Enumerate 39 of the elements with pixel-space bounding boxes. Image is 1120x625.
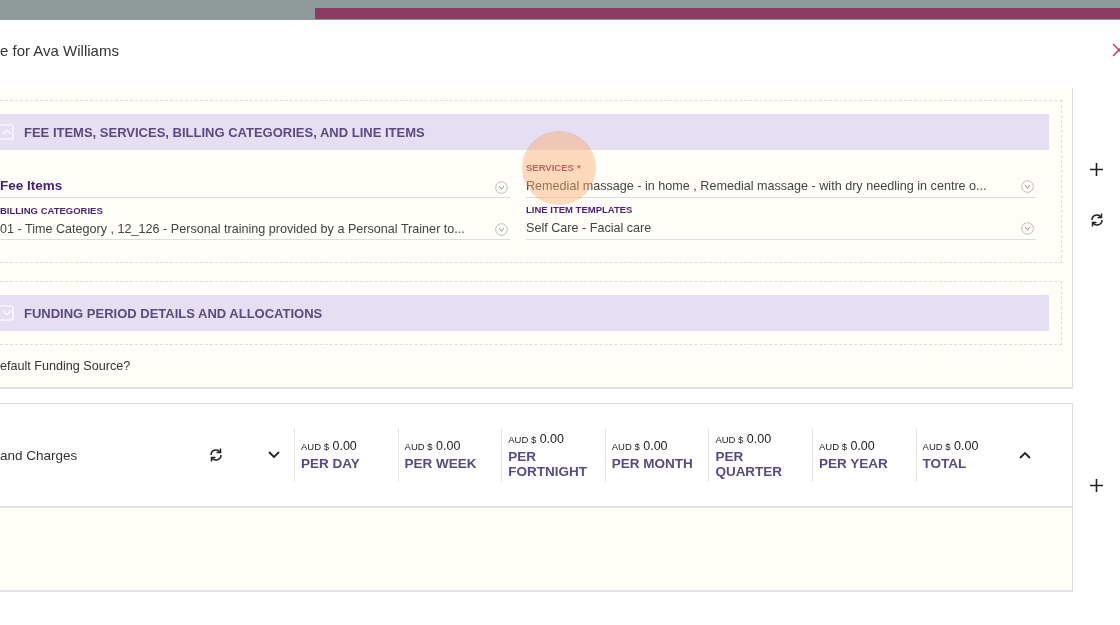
amount-text: AUD $ 0.00 bbox=[922, 439, 980, 453]
refresh-icon[interactable] bbox=[1088, 212, 1105, 228]
period-label: PER MONTH bbox=[611, 456, 694, 471]
question-text: efault Funding Source? bbox=[0, 359, 132, 373]
field-label: SERVICES bbox=[526, 162, 574, 173]
field-value: Remedial massage - in home , Remedial massage - with dry needling in centre o... bbox=[526, 179, 987, 193]
select-field[interactable]: SERVICES * Remedial massage - in home , Remedial massage - with dry needling in centre o... bbox=[526, 162, 1036, 198]
chevron-down-icon[interactable] bbox=[268, 451, 280, 459]
section-title: FUNDING PERIOD DETAILS AND ALLOCATIONS bbox=[24, 305, 323, 321]
amount-text: AUD $ 0.00 bbox=[301, 439, 358, 453]
field-label: LINE ITEM TEMPLATES bbox=[526, 204, 633, 215]
section-title: FEE ITEMS, SERVICES, BILLING CATEGORIES, AND LINE ITEMS bbox=[24, 124, 425, 140]
section-header[interactable]: FUNDING PERIOD DETAILS AND ALLOCATIONS bbox=[0, 295, 1049, 331]
section-header[interactable]: FEE ITEMS, SERVICES, BILLING CATEGORIES, AND LINE ITEMS bbox=[0, 114, 1049, 150]
plus-icon[interactable] bbox=[1090, 163, 1103, 176]
amount-text: AUD $ 0.00 bbox=[611, 439, 669, 453]
period-label: PER QUARTER bbox=[715, 448, 784, 479]
select-field[interactable]: BILLING CATEGORIES 01 - Time Category , 12_126 - Personal training provided by a Personal Trainer to... bbox=[0, 204, 510, 240]
amount-text: AUD $ 0.00 bbox=[818, 439, 876, 453]
charges-title: and Charges bbox=[0, 447, 79, 463]
select-field[interactable]: LINE ITEM TEMPLATES Self Care - Facial care bbox=[526, 204, 1036, 240]
required-mark: * bbox=[576, 162, 581, 173]
dialog-title: e for Ava Williams bbox=[0, 41, 119, 59]
period-label: PER DAY bbox=[301, 456, 361, 471]
field-value: Self Care - Facial care bbox=[526, 221, 652, 235]
amount-text: AUD $ 0.00 bbox=[715, 431, 773, 446]
period-label: PER WEEK bbox=[404, 456, 478, 471]
select-field[interactable]: Fee Items bbox=[0, 162, 510, 198]
refresh-icon[interactable] bbox=[208, 447, 224, 463]
placeholder: Fee Items bbox=[0, 177, 63, 194]
period-label: TOTAL bbox=[922, 456, 968, 471]
period-label: PER FORTNIGHT bbox=[508, 448, 588, 479]
field-value: 01 - Time Category , 12_126 - Personal training provided by a Personal Trainer to... bbox=[0, 222, 465, 236]
period-label: PER YEAR bbox=[818, 456, 889, 471]
chevron-up-icon[interactable] bbox=[1019, 451, 1032, 459]
plus-icon[interactable] bbox=[1090, 479, 1103, 492]
amount-text: AUD $ 0.00 bbox=[508, 431, 565, 446]
amount-text: AUD $ 0.00 bbox=[404, 439, 462, 453]
field-label: BILLING CATEGORIES bbox=[0, 205, 103, 216]
